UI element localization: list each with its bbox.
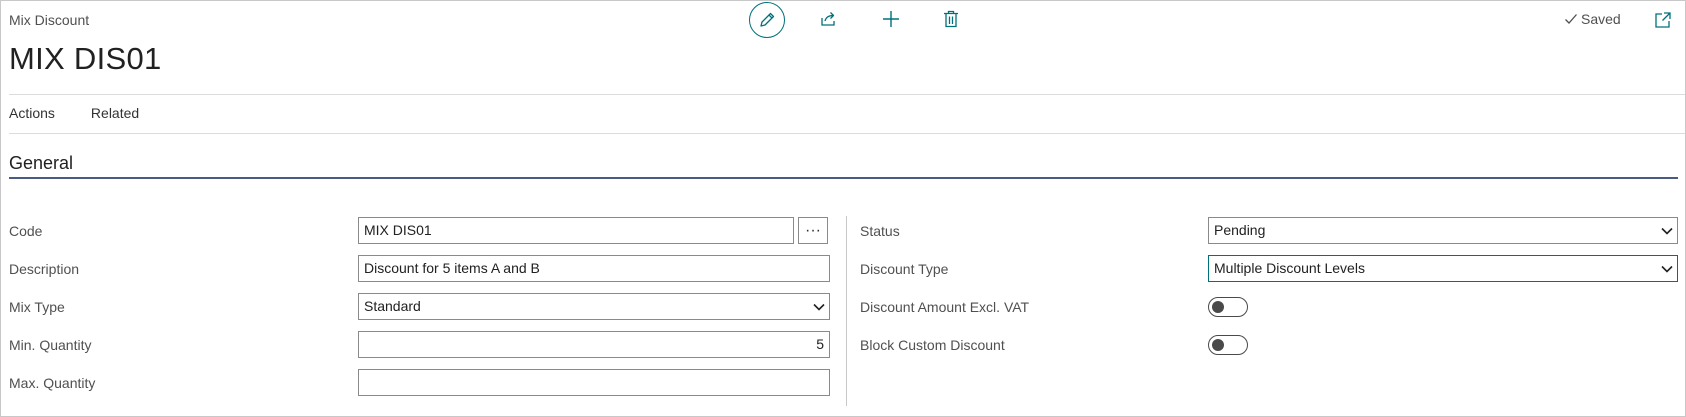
open-in-new-window-icon xyxy=(1655,12,1671,28)
min-quantity-field[interactable]: 5 xyxy=(358,331,830,358)
chevron-down-icon xyxy=(1661,256,1673,281)
delete-button[interactable] xyxy=(939,7,963,31)
code-label: Code xyxy=(9,223,43,239)
code-lookup-button[interactable]: ··· xyxy=(798,217,828,244)
related-menu[interactable]: Related xyxy=(91,105,139,121)
add-icon xyxy=(883,11,899,27)
discount-amount-excl-vat-toggle[interactable] xyxy=(1208,297,1248,317)
discount-type-value: Multiple Discount Levels xyxy=(1214,260,1365,276)
open-in-new-window-button[interactable] xyxy=(1654,11,1672,29)
menu-divider xyxy=(9,133,1685,134)
toggle-knob xyxy=(1212,339,1224,351)
edit-pencil-icon xyxy=(760,12,775,27)
discount-type-select[interactable]: Multiple Discount Levels xyxy=(1208,255,1678,282)
block-custom-discount-toggle[interactable] xyxy=(1208,335,1248,355)
description-field[interactable]: Discount for 5 items A and B xyxy=(358,255,830,282)
share-button[interactable] xyxy=(817,7,841,31)
section-general-header[interactable]: General xyxy=(9,153,73,174)
edit-button[interactable] xyxy=(749,2,785,38)
share-icon xyxy=(821,12,835,26)
discount-amount-excl-vat-label: Discount Amount Excl. VAT xyxy=(860,299,1030,315)
saved-label: Saved xyxy=(1581,11,1621,27)
delete-icon xyxy=(944,10,958,28)
min-quantity-label: Min. Quantity xyxy=(9,337,92,353)
chevron-down-icon xyxy=(1661,218,1673,243)
chevron-down-icon xyxy=(813,294,825,319)
max-quantity-field[interactable] xyxy=(358,369,830,396)
discount-type-label: Discount Type xyxy=(860,261,949,277)
block-custom-discount-label: Block Custom Discount xyxy=(860,337,1005,353)
new-button[interactable] xyxy=(879,7,903,31)
actions-menu[interactable]: Actions xyxy=(9,105,55,121)
header-divider xyxy=(9,94,1685,95)
section-underline xyxy=(9,177,1678,179)
description-label: Description xyxy=(9,261,80,277)
action-menu: Actions Related xyxy=(9,105,175,121)
toggle-knob xyxy=(1212,301,1224,313)
mix-type-label: Mix Type xyxy=(9,299,65,315)
max-quantity-label: Max. Quantity xyxy=(9,375,96,391)
column-separator xyxy=(846,216,847,406)
saved-status: Saved xyxy=(1564,11,1621,27)
mix-type-value: Standard xyxy=(364,298,421,314)
page-title: MIX DIS01 xyxy=(9,41,162,76)
status-label: Status xyxy=(860,223,900,239)
code-field[interactable]: MIX DIS01 xyxy=(358,217,794,244)
mix-type-select[interactable]: Standard xyxy=(358,293,830,320)
breadcrumb: Mix Discount xyxy=(9,12,90,28)
mix-discount-card: Mix Discount MIX DIS01 Saved Actions Rel… xyxy=(0,0,1686,417)
status-value: Pending xyxy=(1214,222,1266,238)
checkmark-icon xyxy=(1565,14,1577,24)
status-select[interactable]: Pending xyxy=(1208,217,1678,244)
